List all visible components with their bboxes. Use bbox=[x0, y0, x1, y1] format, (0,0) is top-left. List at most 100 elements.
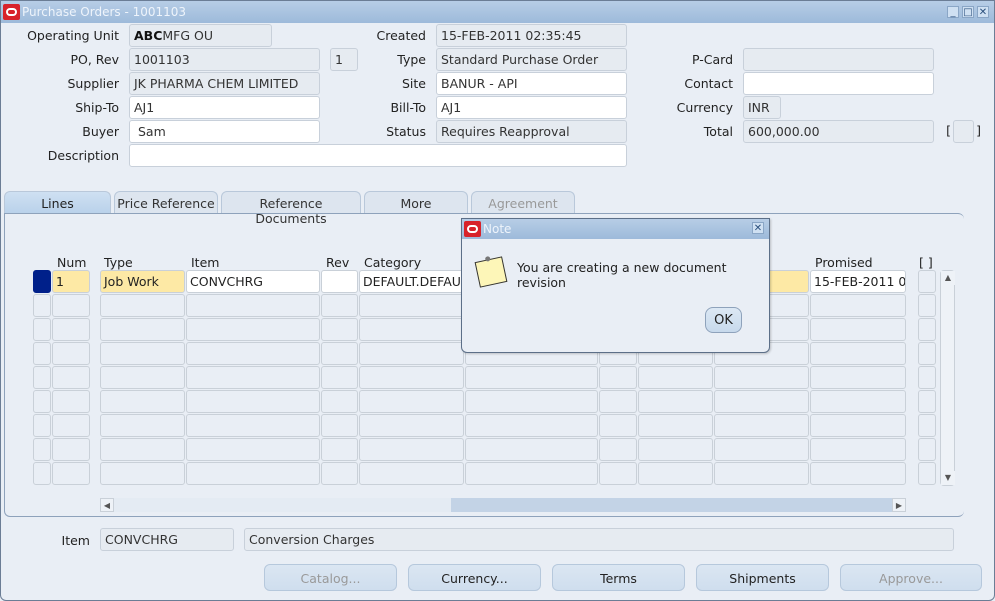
cell-rev[interactable] bbox=[321, 270, 358, 293]
cell-c7[interactable] bbox=[638, 390, 713, 413]
cell-promised[interactable] bbox=[810, 438, 906, 461]
supplier-field[interactable]: JK PHARMA CHEM LIMITED bbox=[129, 72, 320, 95]
cell-c7[interactable] bbox=[638, 414, 713, 437]
cell-flex[interactable] bbox=[918, 438, 936, 461]
footer-item-code[interactable]: CONVCHRG bbox=[100, 528, 234, 551]
cell-c8[interactable] bbox=[714, 462, 809, 485]
row-selector[interactable] bbox=[33, 438, 51, 461]
cell-c7[interactable] bbox=[638, 366, 713, 389]
cell-item[interactable] bbox=[186, 414, 320, 437]
cell-category[interactable] bbox=[359, 294, 464, 317]
total-field[interactable]: 600,000.00 bbox=[743, 120, 934, 143]
cell-category[interactable] bbox=[359, 342, 464, 365]
cell-num[interactable] bbox=[52, 294, 90, 317]
cell-type[interactable] bbox=[100, 318, 185, 341]
lines-vertical-scrollbar[interactable]: ▲ ▼ bbox=[940, 270, 955, 486]
dialog-close-icon[interactable]: ✕ bbox=[752, 222, 764, 234]
shipments-button[interactable]: Shipments bbox=[696, 564, 829, 591]
cell-category[interactable] bbox=[359, 438, 464, 461]
cell-item[interactable] bbox=[186, 318, 320, 341]
cell-item[interactable] bbox=[186, 438, 320, 461]
cell-flex[interactable] bbox=[918, 462, 936, 485]
cell-rev[interactable] bbox=[321, 414, 358, 437]
cell-flex[interactable] bbox=[918, 366, 936, 389]
cell-c5[interactable] bbox=[465, 366, 598, 389]
type-field[interactable]: Standard Purchase Order bbox=[436, 48, 627, 71]
cell-promised[interactable] bbox=[810, 342, 906, 365]
cell-type[interactable] bbox=[100, 294, 185, 317]
cell-rev[interactable] bbox=[321, 294, 358, 317]
cell-num[interactable] bbox=[52, 318, 90, 341]
cell-c8[interactable] bbox=[714, 390, 809, 413]
cell-c5[interactable] bbox=[465, 414, 598, 437]
cell-c6[interactable] bbox=[599, 366, 637, 389]
tab-reference-documents[interactable]: Reference Documents bbox=[221, 191, 361, 226]
cell-c6[interactable] bbox=[599, 414, 637, 437]
cell-num[interactable] bbox=[52, 390, 90, 413]
cell-flex[interactable] bbox=[918, 318, 936, 341]
description-field[interactable] bbox=[129, 144, 627, 167]
cell-c5[interactable] bbox=[465, 438, 598, 461]
cell-promised[interactable] bbox=[810, 462, 906, 485]
row-selector[interactable] bbox=[33, 390, 51, 413]
cell-promised[interactable] bbox=[810, 414, 906, 437]
cell-item[interactable] bbox=[186, 342, 320, 365]
cell-type[interactable] bbox=[100, 366, 185, 389]
cell-num[interactable] bbox=[52, 366, 90, 389]
cell-c8[interactable] bbox=[714, 366, 809, 389]
cell-rev[interactable] bbox=[321, 342, 358, 365]
minimize-icon[interactable]: _ bbox=[947, 6, 959, 18]
cell-flex[interactable] bbox=[918, 342, 936, 365]
cell-type[interactable] bbox=[100, 414, 185, 437]
cell-item[interactable] bbox=[186, 294, 320, 317]
cell-type[interactable] bbox=[100, 342, 185, 365]
cell-rev[interactable] bbox=[321, 390, 358, 413]
cell-c7[interactable] bbox=[638, 462, 713, 485]
tab-agreement[interactable]: Agreement bbox=[471, 191, 575, 214]
cell-type[interactable] bbox=[100, 390, 185, 413]
row-selector[interactable] bbox=[33, 270, 51, 293]
scroll-down-icon[interactable]: ▼ bbox=[941, 471, 955, 485]
cell-c6[interactable] bbox=[599, 462, 637, 485]
tab-lines[interactable]: Lines bbox=[4, 191, 111, 214]
cell-rev[interactable] bbox=[321, 366, 358, 389]
ok-button[interactable]: OK bbox=[705, 307, 742, 333]
descriptive-flexfield[interactable] bbox=[953, 120, 974, 143]
scroll-left-icon[interactable]: ◀ bbox=[100, 498, 114, 512]
cell-item[interactable] bbox=[186, 390, 320, 413]
footer-item-description[interactable]: Conversion Charges bbox=[244, 528, 954, 551]
cell-rev[interactable] bbox=[321, 318, 358, 341]
tab-more[interactable]: More bbox=[364, 191, 468, 214]
cell-c8[interactable] bbox=[714, 438, 809, 461]
scroll-track[interactable] bbox=[114, 498, 451, 512]
row-selector[interactable] bbox=[33, 294, 51, 317]
catalog-button[interactable]: Catalog... bbox=[264, 564, 397, 591]
cell-promised[interactable] bbox=[810, 294, 906, 317]
cell-category[interactable] bbox=[359, 390, 464, 413]
cell-num[interactable] bbox=[52, 342, 90, 365]
p-card-field[interactable] bbox=[743, 48, 934, 71]
cell-num[interactable] bbox=[52, 462, 90, 485]
maximize-icon[interactable]: □ bbox=[962, 6, 974, 18]
cell-flex[interactable] bbox=[918, 414, 936, 437]
cell-num[interactable] bbox=[52, 438, 90, 461]
row-selector[interactable] bbox=[33, 342, 51, 365]
cell-c6[interactable] bbox=[599, 390, 637, 413]
cell-type[interactable] bbox=[100, 438, 185, 461]
po-number-field[interactable]: 1001103 bbox=[129, 48, 320, 71]
cell-item[interactable]: CONVCHRG bbox=[186, 270, 320, 293]
currency-field[interactable]: INR bbox=[743, 96, 781, 119]
cell-rev[interactable] bbox=[321, 438, 358, 461]
cell-category[interactable] bbox=[359, 462, 464, 485]
contact-field[interactable] bbox=[743, 72, 934, 95]
tab-price-reference[interactable]: Price Reference bbox=[114, 191, 218, 214]
cell-category[interactable]: DEFAULT.DEFAULT bbox=[359, 270, 464, 293]
cell-promised[interactable] bbox=[810, 390, 906, 413]
cell-promised[interactable]: 15-FEB-2011 00:00:00 bbox=[810, 270, 906, 293]
ship-to-field[interactable]: AJ1 bbox=[129, 96, 320, 119]
cell-c5[interactable] bbox=[465, 390, 598, 413]
buyer-field[interactable]: Sam bbox=[129, 120, 320, 143]
cell-flex[interactable] bbox=[918, 390, 936, 413]
cell-type[interactable]: Job Work bbox=[100, 270, 185, 293]
row-selector[interactable] bbox=[33, 366, 51, 389]
